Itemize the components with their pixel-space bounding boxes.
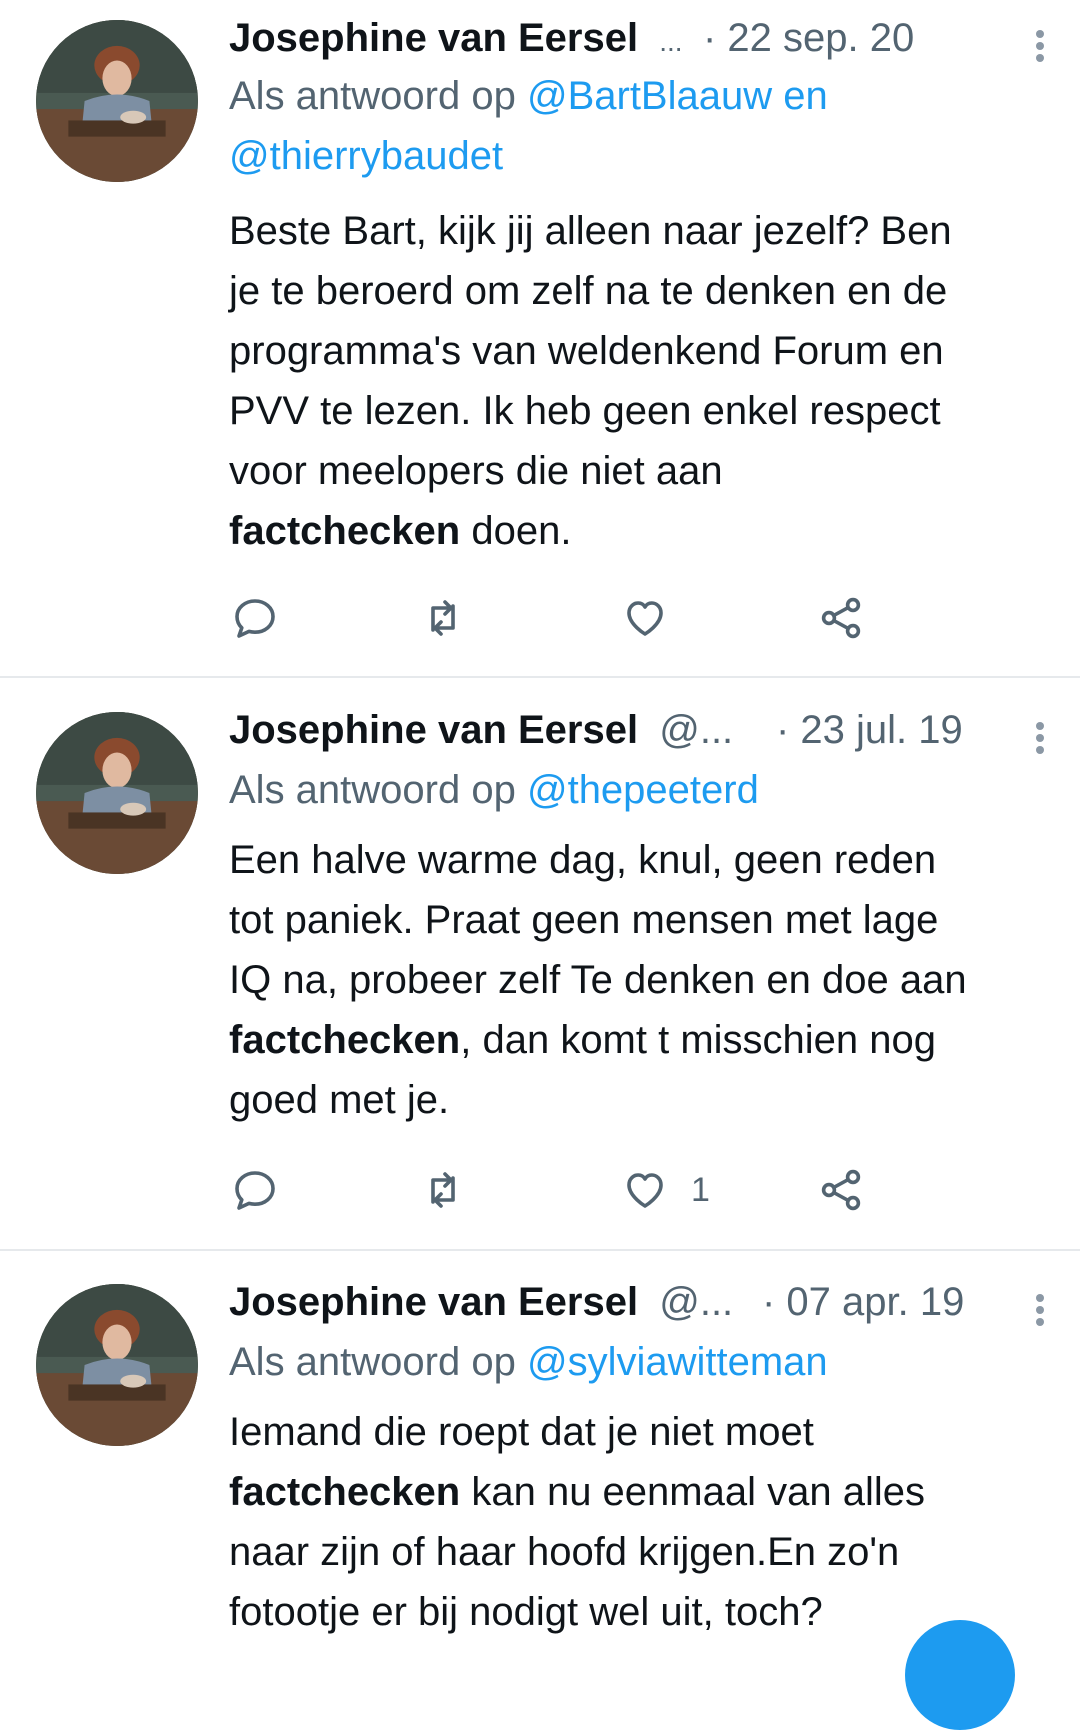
compose-fab[interactable] xyxy=(905,1620,1015,1730)
author-handle[interactable]: @... xyxy=(659,1280,733,1324)
text-after-highlight: kan nu eenmaal van alles xyxy=(460,1470,925,1514)
text-line: naar zijn of haar hoofd krijgen.En zo'n xyxy=(229,1530,900,1574)
text-line: factchecken kan nu eenmaal van alles xyxy=(229,1462,1049,1522)
reply-mention[interactable]: @BartBlaauw en xyxy=(527,74,828,118)
share-icon xyxy=(821,1169,861,1211)
author-name[interactable]: Josephine van Eersel xyxy=(229,708,638,752)
reply-button[interactable] xyxy=(231,1160,279,1220)
reply-mention[interactable]: @sylviawitteman xyxy=(527,1340,828,1384)
tweet-text: Beste Bart, kijk jij alleen naar jezelf?… xyxy=(229,201,1049,561)
more-vertical-icon[interactable] xyxy=(1028,708,1052,768)
highlighted-term: factchecken xyxy=(229,1018,461,1062)
tweet-text: Een halve warme dag, knul, geen reden to… xyxy=(229,830,1049,1130)
author-name[interactable]: Josephine van Eersel xyxy=(229,16,638,60)
avatar-image xyxy=(36,712,198,874)
tweet[interactable]: Josephine van Eersel ... · 22 sep. 20 Al… xyxy=(0,8,1080,639)
reply-prefix: Als antwoord op xyxy=(229,768,516,812)
reply-button[interactable] xyxy=(231,588,279,648)
text-line: factchecken, dan komt t misschien nog xyxy=(229,1010,1049,1070)
retweet-button[interactable] xyxy=(419,1160,467,1220)
tweet-actions: 1 xyxy=(229,1160,929,1220)
tweet-date[interactable]: · 07 apr. 19 xyxy=(762,1272,964,1332)
divider xyxy=(0,676,1080,678)
tweet-text: Iemand die roept dat je niet moet factch… xyxy=(229,1402,1049,1642)
highlighted-term: factchecken xyxy=(229,1470,461,1514)
text-line: PVV te lezen. Ik heb geen enkel respect xyxy=(229,389,941,433)
tweet[interactable]: Josephine van Eersel @... · 07 apr. 19 A… xyxy=(0,1272,1080,1659)
share-button[interactable] xyxy=(817,588,865,648)
reply-icon xyxy=(235,599,275,638)
highlighted-term: factchecken xyxy=(229,509,461,553)
tweet-header: Josephine van Eersel ... · 22 sep. 20 xyxy=(229,8,1049,68)
avatar[interactable] xyxy=(36,1284,198,1446)
avatar-image xyxy=(36,20,198,182)
tweet-date[interactable]: · 22 sep. 20 xyxy=(703,8,914,68)
divider xyxy=(0,1249,1080,1251)
like-button[interactable] xyxy=(621,588,691,648)
reply-icon xyxy=(235,1171,275,1210)
text-after-highlight: doen. xyxy=(460,509,572,553)
tweet[interactable]: Josephine van Eersel @... · 23 jul. 19 A… xyxy=(0,700,1080,1230)
text-line: tot paniek. Praat geen mensen met lage xyxy=(229,898,939,942)
reply-context: Als antwoord op @sylviawitteman xyxy=(229,1332,828,1392)
retweet-button[interactable] xyxy=(419,588,467,648)
text-line: je te beroerd om zelf na te denken en de xyxy=(229,269,948,313)
text-line: IQ na, probeer zelf Te denken en doe aan xyxy=(229,958,967,1002)
text-line: factchecken doen. xyxy=(229,501,1049,561)
retweet-icon xyxy=(431,1172,455,1208)
text-line: Iemand die roept dat je niet moet xyxy=(229,1410,814,1454)
reply-context: Als antwoord op @thepeeterd xyxy=(229,760,759,820)
reply-mention[interactable]: @thepeeterd xyxy=(527,768,759,812)
share-button[interactable] xyxy=(817,1160,865,1220)
avatar-image xyxy=(36,1284,198,1446)
reply-context: Als antwoord op @BartBlaauw en xyxy=(229,66,828,126)
heart-icon xyxy=(627,1173,663,1208)
more-vertical-icon[interactable] xyxy=(1028,1280,1052,1340)
reply-prefix: Als antwoord op xyxy=(229,1340,516,1384)
tweet-header: Josephine van Eersel @... · 23 jul. 19 xyxy=(229,700,1049,760)
text-line: programma's van weldenkend Forum en xyxy=(229,329,944,373)
reply-prefix: Als antwoord op xyxy=(229,74,516,118)
text-line: goed met je. xyxy=(229,1078,450,1122)
tweet-actions xyxy=(229,588,929,648)
author-handle[interactable]: @... xyxy=(659,708,733,752)
retweet-icon xyxy=(431,600,455,636)
heart-icon xyxy=(627,601,663,636)
avatar[interactable] xyxy=(36,20,198,182)
like-button[interactable]: 1 xyxy=(621,1160,710,1220)
author-name[interactable]: Josephine van Eersel xyxy=(229,1280,638,1324)
text-after-highlight: , dan komt t misschien nog xyxy=(460,1018,937,1062)
more-vertical-icon[interactable] xyxy=(1028,16,1052,76)
text-line: Beste Bart, kijk jij alleen naar jezelf?… xyxy=(229,209,952,253)
text-line: Een halve warme dag, knul, geen reden xyxy=(229,838,937,882)
tweet-header: Josephine van Eersel @... · 07 apr. 19 xyxy=(229,1272,1049,1332)
share-icon xyxy=(821,597,861,639)
reply-mention[interactable]: @thierrybaudet xyxy=(229,126,503,186)
tweet-date[interactable]: · 23 jul. 19 xyxy=(776,700,963,760)
text-line: voor meelopers die niet aan xyxy=(229,449,723,493)
avatar[interactable] xyxy=(36,712,198,874)
like-count: 1 xyxy=(691,1170,710,1209)
author-handle[interactable]: ... xyxy=(659,26,682,57)
